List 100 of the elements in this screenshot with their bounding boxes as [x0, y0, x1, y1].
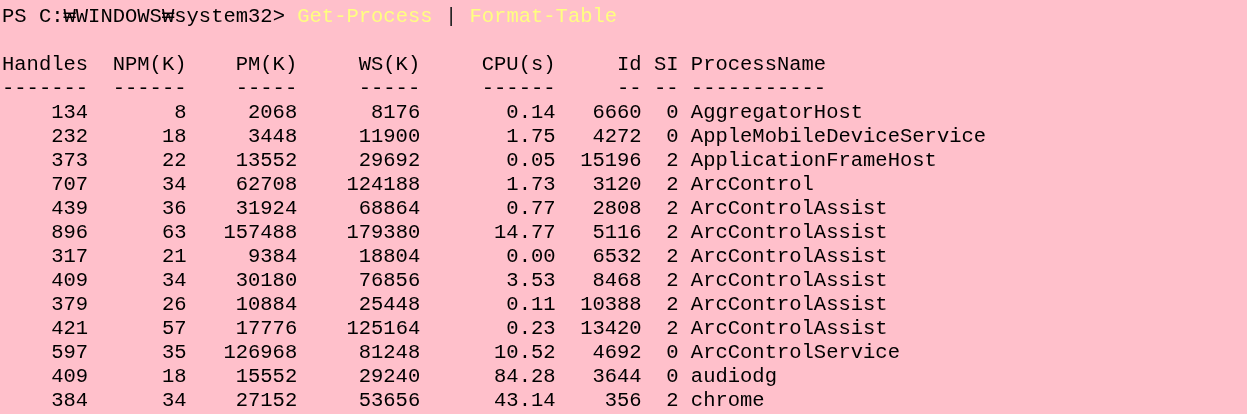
table-cell: 3644	[592, 365, 642, 389]
column-header: WS(K)	[358, 53, 421, 77]
table-cell: 2	[666, 389, 679, 413]
table-cell: 0.11	[506, 293, 556, 317]
table-cell: 14.77	[494, 221, 556, 245]
table-cell: AppleMobileDeviceService	[690, 125, 987, 149]
table-cell: audiodg	[690, 365, 777, 389]
column-header: Id	[617, 53, 642, 77]
table-cell: 6660	[592, 101, 642, 125]
table-cell: 3448	[248, 125, 298, 149]
table-cell: 27152	[235, 389, 298, 413]
table-cell: ApplicationFrameHost	[690, 149, 937, 173]
table-cell: 2	[666, 173, 679, 197]
table-cell: 2	[666, 245, 679, 269]
column-header: CPU(s)	[481, 53, 556, 77]
table-cell: 2808	[592, 197, 642, 221]
table-cell: 439	[51, 197, 89, 221]
table-cell: 384	[51, 389, 89, 413]
table-cell: 63	[161, 221, 187, 245]
table-cell: 34	[161, 269, 187, 293]
table-cell: 0.14	[506, 101, 556, 125]
table-cell: 373	[51, 149, 89, 173]
table-cell: ArcControlAssist	[690, 293, 888, 317]
header-underline: -----	[235, 77, 298, 101]
table-cell: ArcControlAssist	[690, 221, 888, 245]
table-cell: ArcControlAssist	[690, 245, 888, 269]
table-cell: 2	[666, 221, 679, 245]
table-cell: 0.23	[506, 317, 556, 341]
table-cell: 126968	[223, 341, 298, 365]
table-cell: 179380	[346, 221, 421, 245]
table-cell: 1.73	[506, 173, 556, 197]
table-cell: 13420	[580, 317, 642, 341]
table-cell: 35	[161, 341, 187, 365]
table-cell: 11900	[358, 125, 421, 149]
header-underline: -----------	[690, 77, 827, 101]
table-cell: 409	[51, 365, 89, 389]
table-cell: 1.75	[506, 125, 556, 149]
table-cell: 0	[666, 365, 679, 389]
table-cell: 29692	[358, 149, 421, 173]
table-cell: 0	[666, 341, 679, 365]
table-cell: 36	[161, 197, 187, 221]
table-cell: 0	[666, 101, 679, 125]
table-cell: 21	[161, 245, 187, 269]
table-cell: 2	[666, 317, 679, 341]
table-cell: 84.28	[494, 365, 556, 389]
table-cell: 68864	[358, 197, 421, 221]
header-underline: --	[653, 77, 679, 101]
table-cell: 8176	[371, 101, 421, 125]
table-cell: chrome	[690, 389, 765, 413]
header-underline: ------	[481, 77, 556, 101]
header-underline: --	[617, 77, 642, 101]
table-cell: 10884	[235, 293, 298, 317]
table-cell: 30180	[235, 269, 298, 293]
table-cell: 0.77	[506, 197, 556, 221]
table-cell: ArcControlService	[690, 341, 900, 365]
table-cell: 8468	[592, 269, 642, 293]
table-cell: 31924	[235, 197, 298, 221]
table-cell: 25448	[358, 293, 421, 317]
table-cell: 18	[161, 365, 187, 389]
table-cell: 157488	[223, 221, 298, 245]
table-cell: 0.00	[506, 245, 556, 269]
table-cell: 34	[161, 173, 187, 197]
table-cell: 17776	[235, 317, 298, 341]
table-cell: 26	[161, 293, 187, 317]
table-cell: 379	[51, 293, 89, 317]
table-cell: 10.52	[494, 341, 556, 365]
table-cell: 22	[161, 149, 187, 173]
table-cell: 43.14	[494, 389, 556, 413]
table-cell: ArcControlAssist	[690, 317, 888, 341]
table-cell: 124188	[346, 173, 421, 197]
table-cell: 356	[604, 389, 642, 413]
table-cell: 2068	[248, 101, 298, 125]
table-cell: 53656	[358, 389, 421, 413]
table-cell: 81248	[358, 341, 421, 365]
prompt: PS C:₩WINDOWS₩system32>	[2, 5, 285, 29]
table-cell: 15196	[580, 149, 642, 173]
table-cell: ArcControl	[690, 173, 814, 197]
table-cell: 125164	[346, 317, 421, 341]
column-header: SI	[653, 53, 679, 77]
table-cell: 9384	[248, 245, 298, 269]
command-text: Get-Process	[297, 5, 433, 29]
header-underline: -----	[358, 77, 421, 101]
table-cell: 0.05	[506, 149, 556, 173]
table-cell: 10388	[580, 293, 642, 317]
table-cell: 4692	[592, 341, 642, 365]
table-cell: AggregatorHost	[690, 101, 864, 125]
table-cell: 13552	[235, 149, 298, 173]
table-cell: 232	[51, 125, 89, 149]
column-header: PM(K)	[235, 53, 298, 77]
table-cell: 3.53	[506, 269, 556, 293]
table-cell: ArcControlAssist	[690, 197, 888, 221]
table-cell: 18804	[358, 245, 421, 269]
table-cell: 597	[51, 341, 89, 365]
table-cell: 2	[666, 149, 679, 173]
column-header: ProcessName	[690, 53, 827, 77]
table-cell: 29240	[358, 365, 421, 389]
table-cell: 15552	[235, 365, 298, 389]
table-cell: 34	[161, 389, 187, 413]
table-cell: 4272	[592, 125, 642, 149]
column-header: NPM(K)	[112, 53, 187, 77]
